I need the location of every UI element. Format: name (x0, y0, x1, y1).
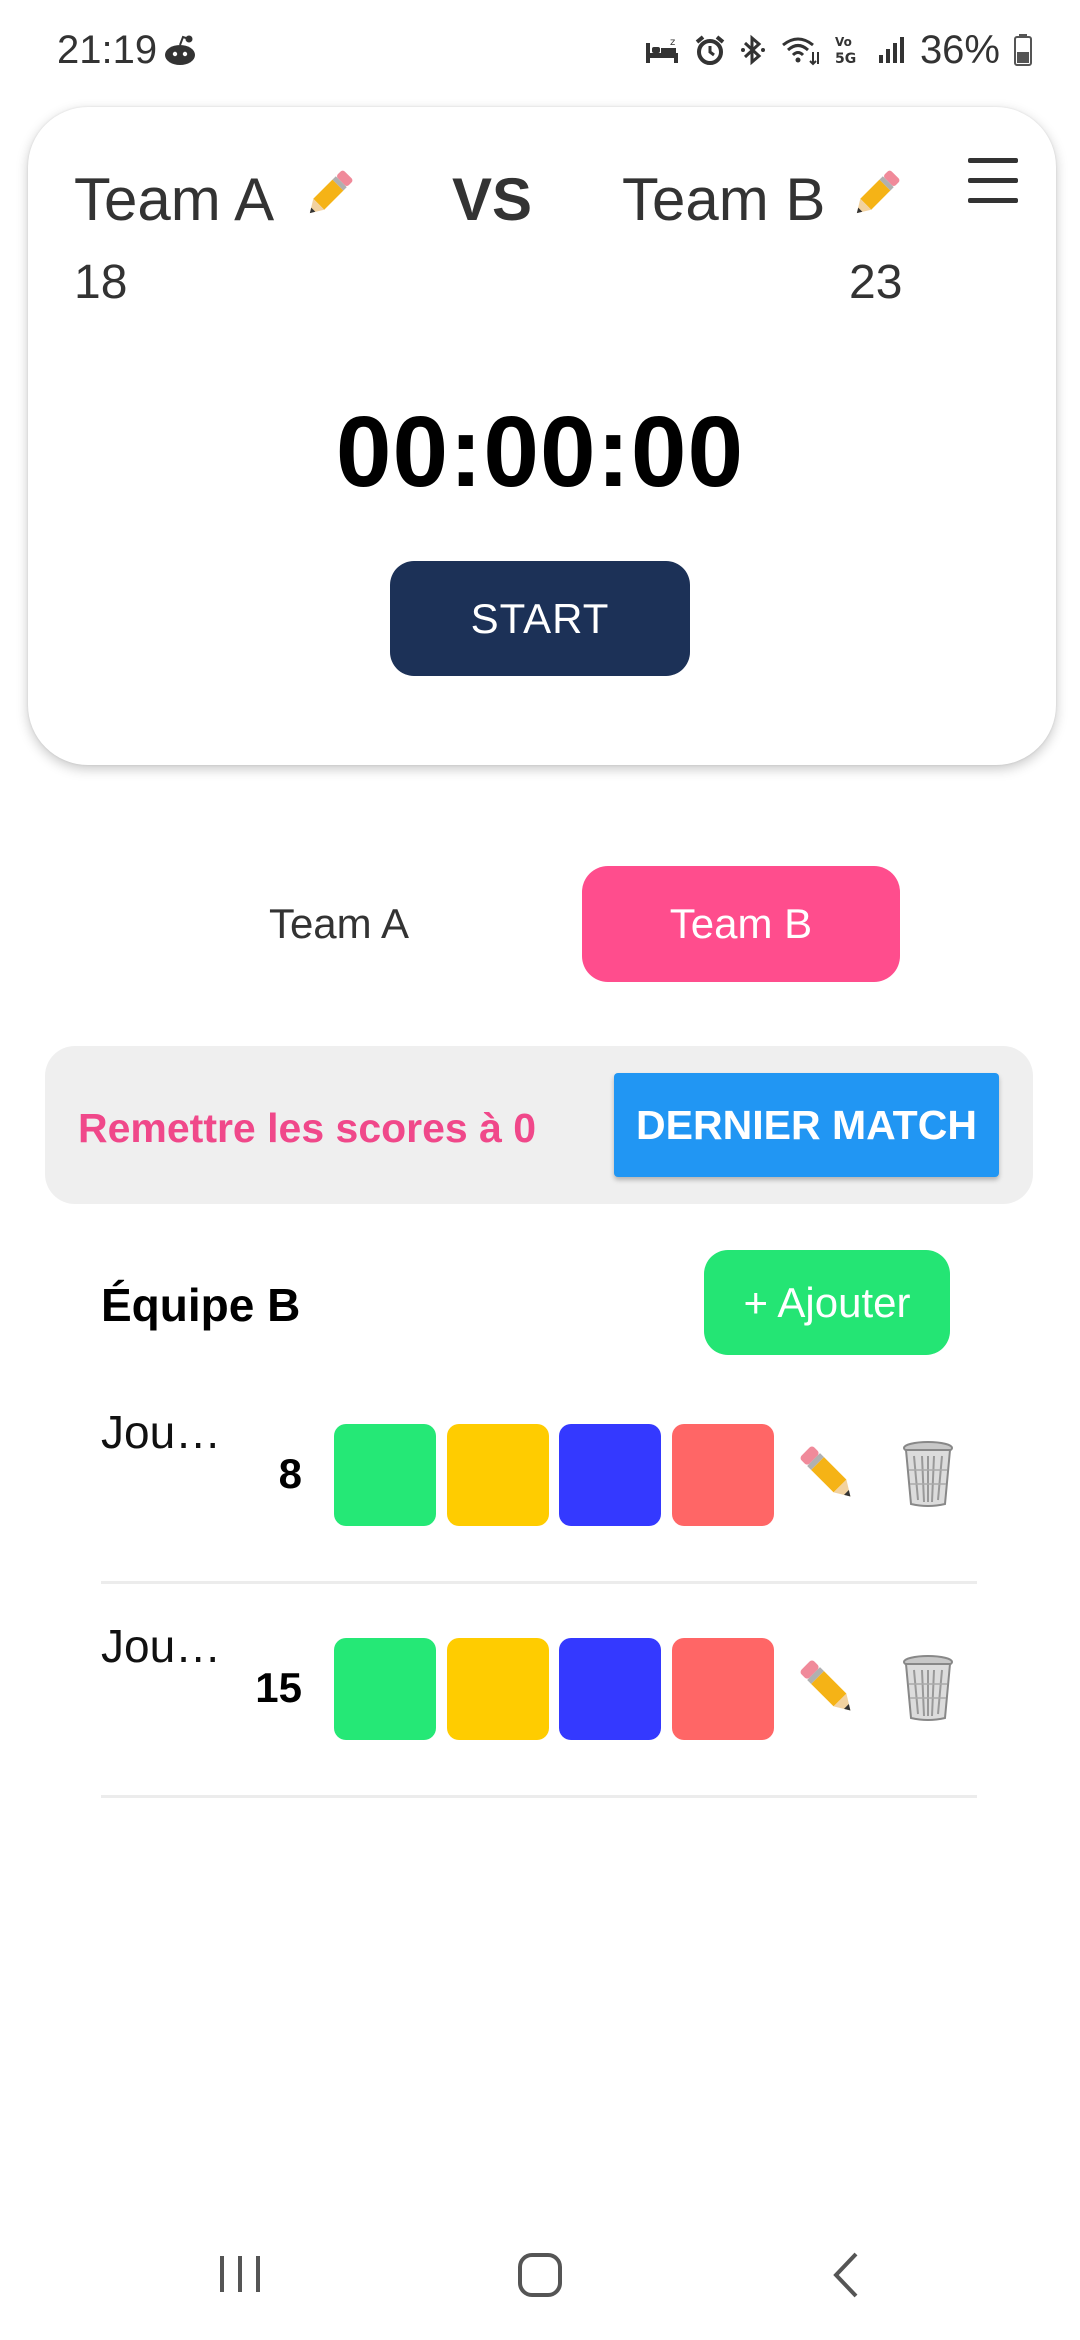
match-timer: 00:00:00 (335, 396, 745, 508)
row-divider (101, 1795, 977, 1798)
battery-percent: 36% (919, 27, 1000, 72)
team-a-name: Team A (74, 166, 275, 233)
edit-team-a-pencil-icon[interactable] (300, 165, 358, 223)
edit-player-pencil-icon[interactable] (794, 1440, 862, 1508)
bluetooth-icon (740, 34, 765, 66)
delete-player-trash-icon[interactable] (900, 1654, 956, 1722)
alarm-icon (695, 35, 725, 65)
team-b-score: 23 (849, 256, 903, 309)
add-player-button[interactable]: + Ajouter (704, 1250, 950, 1355)
system-nav-bar (0, 2220, 1080, 2340)
recent-apps-icon[interactable] (218, 2254, 262, 2294)
yellow-score-button[interactable] (447, 1638, 549, 1740)
reddit-alien-icon (165, 35, 195, 65)
sleep-bed-icon: z (645, 37, 678, 63)
edit-team-b-pencil-icon[interactable] (847, 165, 905, 223)
signal-icon (878, 37, 904, 63)
player-score: 15 (255, 1664, 302, 1711)
delete-player-trash-icon[interactable] (900, 1440, 956, 1508)
red-score-button[interactable] (672, 1638, 774, 1740)
player-name: Jou… (101, 1620, 222, 1672)
hamburger-menu-icon[interactable] (968, 158, 1018, 204)
volte-5g-icon: Vo 5G (835, 35, 856, 67)
tab-team-b[interactable]: Team B (582, 866, 900, 982)
player-name: Jou… (101, 1406, 222, 1458)
green-score-button[interactable] (334, 1424, 436, 1526)
battery-icon (1014, 34, 1032, 66)
svg-text:5G: 5G (835, 51, 856, 67)
status-bar: 21:19 z Vo 5G 36% (0, 0, 1080, 100)
svg-text:z: z (670, 37, 675, 48)
green-score-button[interactable] (334, 1638, 436, 1740)
edit-player-pencil-icon[interactable] (794, 1654, 862, 1722)
team-a-score: 18 (74, 256, 128, 309)
home-icon[interactable] (518, 2253, 562, 2297)
reset-scores-link[interactable]: Remettre les scores à 0 (78, 1105, 536, 1152)
player-score: 8 (278, 1450, 302, 1497)
red-score-button[interactable] (672, 1424, 774, 1526)
team-section-title: Équipe B (101, 1279, 301, 1331)
status-time: 21:19 (57, 28, 158, 72)
wifi-icon (782, 37, 819, 66)
row-divider (101, 1581, 977, 1584)
start-button[interactable]: START (390, 561, 690, 676)
vs-label: VS (452, 166, 533, 233)
yellow-score-button[interactable] (447, 1424, 549, 1526)
blue-score-button[interactable] (559, 1424, 661, 1526)
last-match-button[interactable]: DERNIER MATCH (614, 1073, 999, 1177)
team-b-name: Team B (622, 166, 826, 233)
tab-team-a[interactable]: Team A (180, 866, 498, 982)
blue-score-button[interactable] (559, 1638, 661, 1740)
svg-text:Vo: Vo (835, 35, 852, 49)
back-icon[interactable] (828, 2250, 862, 2300)
